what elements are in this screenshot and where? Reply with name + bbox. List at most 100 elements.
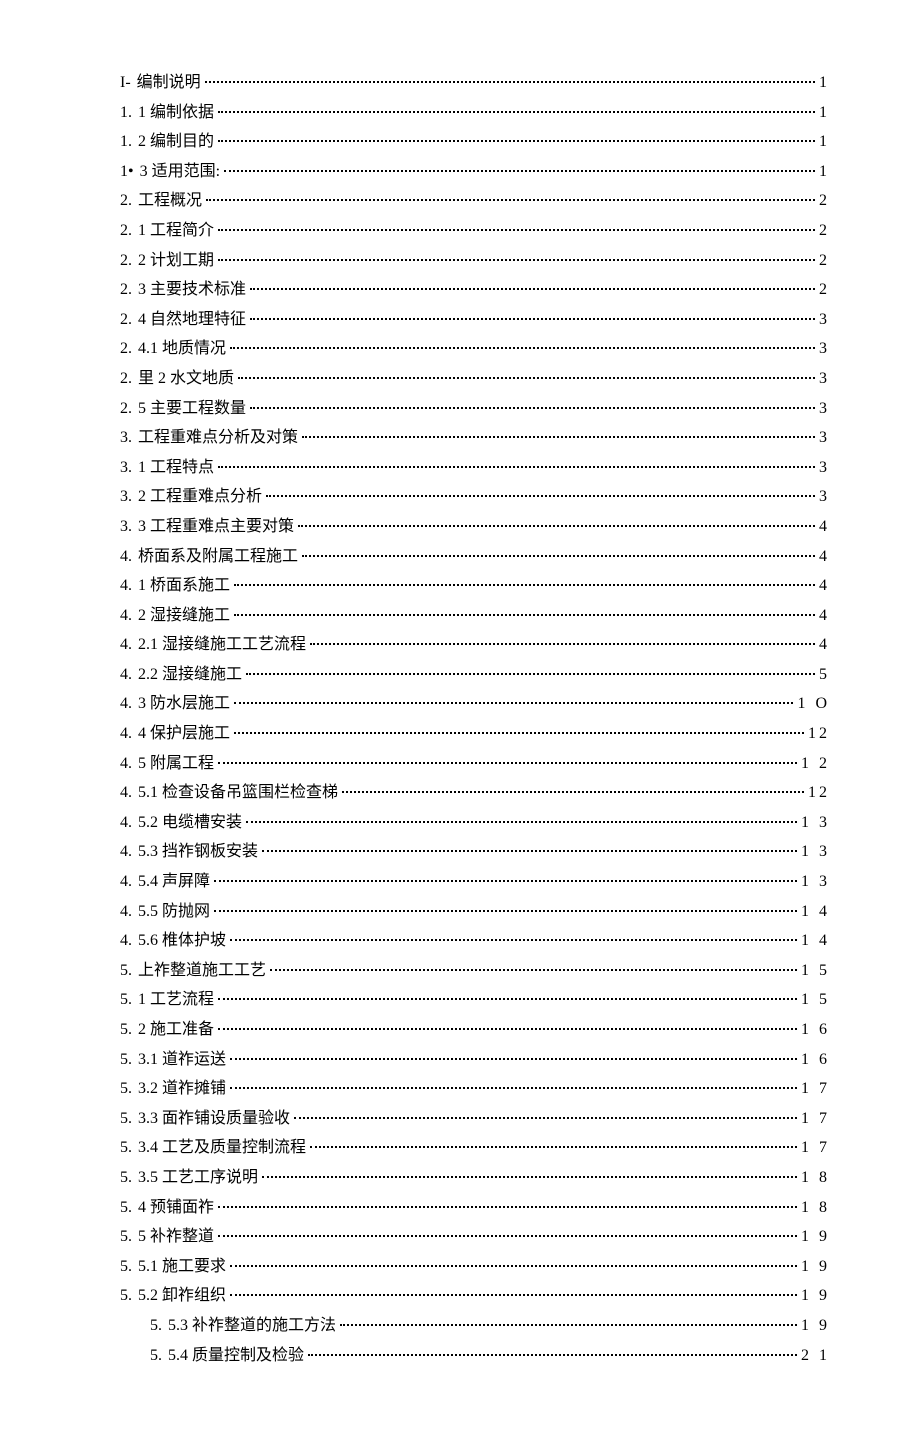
toc-leader-dots [218, 466, 815, 468]
toc-page-number: 1 7 [801, 1135, 830, 1161]
toc-page-number: 4 [819, 514, 830, 540]
toc-entry: 5.5 补祚整道1 9 [120, 1224, 830, 1250]
toc-label: 工程重难点分析及对策 [138, 425, 298, 451]
toc-page-number: 1 [819, 70, 830, 96]
toc-label: 5 补祚整道 [138, 1224, 214, 1250]
toc-entry: 3.3 工程重难点主要对策 4 [120, 514, 830, 540]
toc-page-number: 1 3 [801, 839, 830, 865]
toc-leader-dots [224, 170, 815, 172]
toc-leader-dots [218, 1235, 797, 1237]
toc-leader-dots [234, 584, 815, 586]
toc-entry: 2.3 主要技术标准2 [120, 277, 830, 303]
toc-label: 上祚整道施工工艺 [138, 958, 266, 984]
toc-prefix: 4. [120, 869, 138, 895]
toc-leader-dots [234, 614, 815, 616]
toc-page-number: 2 [819, 248, 830, 274]
toc-entry: 5.3.1 道祚运送1 6 [120, 1047, 830, 1073]
toc-prefix: 4. [120, 810, 138, 836]
toc-entry: 5.1 工艺流程1 5 [120, 987, 830, 1013]
toc-prefix: 4. [120, 839, 138, 865]
toc-leader-dots [262, 1176, 797, 1178]
toc-entry: 4.2.2 湿接缝施工5 [120, 662, 830, 688]
toc-prefix: 2. [120, 336, 138, 362]
toc-prefix: 4. [120, 751, 138, 777]
toc-entry: 2.2 计划工期2 [120, 248, 830, 274]
toc-page-number: 1 9 [801, 1283, 830, 1309]
toc-label: 5.3 挡祚钢板安装 [138, 839, 258, 865]
toc-leader-dots [218, 140, 815, 142]
toc-leader-dots [308, 1354, 797, 1356]
toc-label: 3 适用范围: [140, 159, 220, 185]
toc-page-number: 1 6 [801, 1017, 830, 1043]
toc-leader-dots [294, 1117, 797, 1119]
toc-leader-dots [234, 702, 793, 704]
toc-entry: 4.2 湿接缝施工4 [120, 603, 830, 629]
toc-page-number: 1 8 [801, 1165, 830, 1191]
toc-leader-dots [270, 969, 797, 971]
toc-leader-dots [230, 1294, 797, 1296]
toc-page-number: 2 [819, 277, 830, 303]
toc-page-number: 4 [819, 603, 830, 629]
toc-label: 3 防水层施工 [138, 691, 230, 717]
toc-entry: 2.4 自然地理特征3 [120, 307, 830, 333]
toc-page-number: 5 [819, 662, 830, 688]
toc-prefix: 2. [120, 396, 138, 422]
toc-page-number: 3 [819, 336, 830, 362]
toc-leader-dots [230, 1087, 797, 1089]
toc-entry: 4.3 防水层施工1 O [120, 691, 830, 717]
toc-page-number: 1 [819, 129, 830, 155]
toc-entry: 3.1 工程特点3 [120, 455, 830, 481]
toc-leader-dots [302, 436, 815, 438]
table-of-contents: I-编制说明11.1 编制依据11.2 编制目的11•3 适用范围:12.工程概… [120, 70, 830, 1368]
toc-leader-dots [214, 880, 797, 882]
toc-page-number: 4 [819, 632, 830, 658]
toc-entry: 4.2.1 湿接缝施工工艺流程4 [120, 632, 830, 658]
toc-label: 3.4 工艺及质量控制流程 [138, 1135, 306, 1161]
toc-label: 1 编制依据 [138, 100, 214, 126]
toc-label: 1 工程简介 [138, 218, 214, 244]
toc-page-number: 1 4 [801, 928, 830, 954]
toc-label: 5.1 检查设备吊篮围栏检查梯 [138, 780, 338, 806]
toc-leader-dots [230, 347, 815, 349]
toc-leader-dots [234, 732, 804, 734]
toc-entry: 5.3.5 工艺工序说明1 8 [120, 1165, 830, 1191]
toc-leader-dots [250, 288, 815, 290]
toc-page-number: 1 9 [801, 1254, 830, 1280]
toc-label: 3.2 道祚摊铺 [138, 1076, 226, 1102]
toc-label: 3 工程重难点主要对策 [138, 514, 294, 540]
toc-prefix: 3. [120, 484, 138, 510]
toc-prefix: 5. [120, 1283, 138, 1309]
toc-page-number: 1 9 [801, 1224, 830, 1250]
toc-leader-dots [218, 229, 815, 231]
toc-entry: 4.5.4 声屏障1 3 [120, 869, 830, 895]
toc-entry: 4.5 附属工程 1 2 [120, 751, 830, 777]
toc-entry: 4.桥面系及附属工程施工4 [120, 544, 830, 570]
toc-entry: 2.工程概况2 [120, 188, 830, 214]
toc-label: 3.3 面祚铺设质量验收 [138, 1106, 290, 1132]
toc-entry: 2.5 主要工程数量3 [120, 396, 830, 422]
toc-page-number: 2 1 [801, 1343, 830, 1369]
toc-entry: 5.5.2 卸祚组织1 9 [120, 1283, 830, 1309]
toc-page-number: 1 2 [801, 751, 830, 777]
toc-page-number: 3 [819, 366, 830, 392]
toc-prefix: 3. [120, 514, 138, 540]
toc-prefix: 2. [120, 307, 138, 333]
toc-page-number: 2 [819, 218, 830, 244]
toc-entry: 5.3.3 面祚铺设质量验收1 7 [120, 1106, 830, 1132]
toc-prefix: 5. [120, 1017, 138, 1043]
toc-prefix: 4. [120, 603, 138, 629]
toc-entry: 1•3 适用范围:1 [120, 159, 830, 185]
toc-leader-dots [310, 643, 815, 645]
toc-leader-dots [238, 377, 815, 379]
toc-entry: I-编制说明1 [120, 70, 830, 96]
toc-prefix: 5. [120, 1195, 138, 1221]
toc-leader-dots [205, 81, 815, 83]
toc-leader-dots [218, 111, 815, 113]
toc-leader-dots [218, 762, 797, 764]
toc-label: 3.1 道祚运送 [138, 1047, 226, 1073]
toc-label: 2 施工准备 [138, 1017, 214, 1043]
toc-leader-dots [302, 555, 815, 557]
toc-label: 工程概况 [138, 188, 202, 214]
toc-label: 5.1 施工要求 [138, 1254, 226, 1280]
toc-label: 5 附属工程 [138, 751, 214, 777]
